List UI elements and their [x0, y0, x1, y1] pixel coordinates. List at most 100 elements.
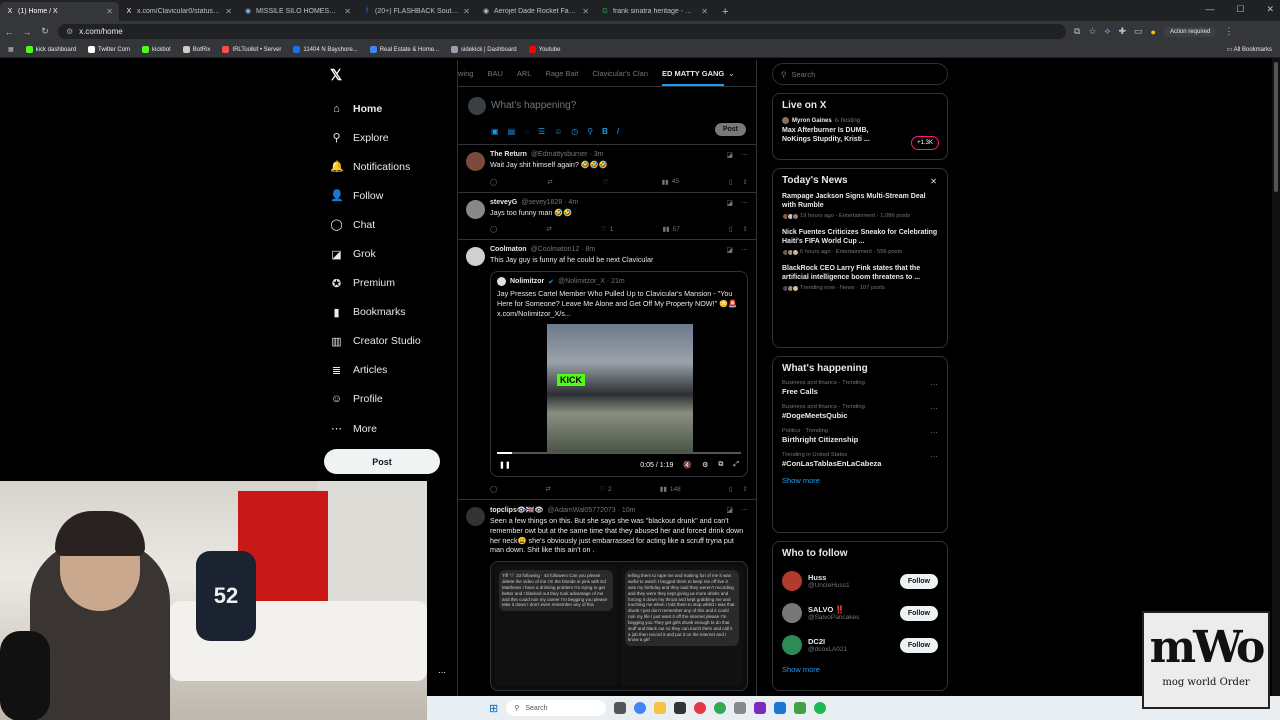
- all-bookmarks-button[interactable]: ▭ All Bookmarks: [1227, 46, 1272, 53]
- app-icon-3[interactable]: [734, 702, 747, 714]
- tab-close-icon[interactable]: ✕: [344, 7, 351, 16]
- retweet-icon[interactable]: ⇄: [547, 178, 552, 186]
- wtf-show-more[interactable]: Show more: [782, 665, 938, 674]
- quoted-tweet[interactable]: Nolimitzor ✔ @Nolimitzor_X · 21m Jay Presse…: [490, 271, 748, 478]
- tab-close-icon[interactable]: ✕: [106, 7, 113, 16]
- x-logo-icon[interactable]: 𝕏: [330, 66, 453, 84]
- retweet-icon[interactable]: ⇄: [545, 485, 550, 493]
- nav-item-chat[interactable]: ◯ Chat: [323, 210, 453, 239]
- retweet-icon[interactable]: ⇄: [546, 225, 551, 233]
- composer-post-button[interactable]: Post: [714, 123, 746, 136]
- tweet-avatar[interactable]: [466, 152, 485, 171]
- extension-icon[interactable]: ⟡: [1105, 26, 1111, 37]
- reply-icon[interactable]: ◯: [490, 485, 497, 493]
- poll-icon[interactable]: ☰: [538, 127, 545, 136]
- bookmark-item[interactable]: IRLToolkit • Server: [222, 46, 281, 53]
- schedule-icon[interactable]: ◷: [571, 127, 578, 136]
- follow-suggestion[interactable]: Huss @UncleHuss1 Follow: [782, 565, 938, 597]
- bold-icon[interactable]: B: [602, 127, 608, 136]
- browser-tab[interactable]: ◉ MISSILE SILO HOMESTEAD - G ✕: [238, 2, 357, 21]
- feed-tab[interactable]: Clavicular's Clan: [592, 69, 648, 78]
- user-avatar[interactable]: [782, 603, 802, 623]
- app-icon-4[interactable]: [754, 702, 767, 714]
- app-icon-2[interactable]: [694, 702, 707, 714]
- pause-icon[interactable]: ❚❚: [499, 461, 511, 469]
- nav-item-explore[interactable]: ⚲ Explore: [323, 123, 453, 152]
- grok-icon[interactable]: ◪: [726, 246, 733, 254]
- tweet[interactable]: topclips👁🇬🇧👁 @AdamWal05772073 · 10m ◪ ⋯ Seen…: [458, 500, 756, 699]
- reply-icon[interactable]: ◯: [490, 178, 497, 186]
- install-icon[interactable]: ⧉: [1074, 26, 1080, 37]
- more-icon[interactable]: ⋯: [741, 199, 748, 207]
- happening-show-more[interactable]: Show more: [782, 476, 938, 485]
- news-item[interactable]: Nick Fuentes Criticizes Sneako for Celeb…: [782, 228, 938, 256]
- app-icon-6[interactable]: [794, 702, 807, 714]
- chrome-icon[interactable]: [634, 702, 647, 714]
- follow-button[interactable]: Follow: [899, 637, 938, 653]
- bookmark-item[interactable]: 11404 N Bayshore...: [293, 46, 358, 53]
- like-button[interactable]: ♡: [603, 178, 612, 186]
- nav-item-follow[interactable]: 👤 Follow: [323, 181, 453, 210]
- trend-item[interactable]: Politics · Trending Birthright Citizenshi…: [782, 428, 938, 444]
- follow-suggestion[interactable]: SALVO ‼️ @SalvoPancakes Follow: [782, 597, 938, 629]
- search-input[interactable]: ⚲ Search: [772, 63, 948, 85]
- task-view-icon[interactable]: [614, 702, 627, 714]
- new-tab-button[interactable]: +: [714, 6, 736, 21]
- back-icon[interactable]: ←: [0, 27, 18, 37]
- nav-item-home[interactable]: ⌂ Home: [323, 94, 453, 123]
- chevron-down-icon[interactable]: ⌄: [728, 69, 734, 78]
- trend-item[interactable]: Trending in United States #ConLasTablasEn…: [782, 452, 938, 468]
- live-count-badge[interactable]: +1.3K: [911, 136, 939, 150]
- feed-tab[interactable]: wing: [458, 69, 473, 78]
- feed-tab[interactable]: ARL: [517, 69, 532, 78]
- tweet-avatar[interactable]: [466, 247, 485, 267]
- more-icon[interactable]: ⋯: [741, 246, 748, 254]
- more-icon[interactable]: ⋯: [741, 151, 748, 159]
- like-button[interactable]: ♡ 2: [599, 485, 611, 494]
- views-button[interactable]: ▮▮ 148: [660, 485, 681, 494]
- fullscreen-icon[interactable]: ⤢: [733, 461, 739, 469]
- nav-item-premium[interactable]: ✪ Premium: [323, 269, 453, 298]
- views-button[interactable]: ▮▮ 45: [662, 178, 679, 186]
- browser-tab[interactable]: X (1) Home / X ✕: [0, 2, 119, 21]
- tweet-author[interactable]: The Return: [490, 151, 527, 158]
- app-icon-1[interactable]: [674, 702, 687, 714]
- tab-close-icon[interactable]: ✕: [225, 7, 232, 16]
- emoji-icon[interactable]: ☺: [554, 127, 562, 136]
- close-icon[interactable]: ✕: [930, 177, 937, 186]
- spotify-icon[interactable]: [814, 702, 827, 714]
- menu-icon[interactable]: ⋮: [1224, 26, 1233, 37]
- views-button[interactable]: ▮▮ 57: [662, 225, 679, 234]
- browser-tab[interactable]: Gfrank sinatra heritage - Google✕: [595, 2, 714, 21]
- reload-icon[interactable]: ↻: [36, 26, 54, 37]
- more-icon[interactable]: ⋯: [741, 506, 748, 514]
- user-avatar[interactable]: [782, 635, 802, 655]
- bookmark-item[interactable]: Youtube: [528, 46, 560, 53]
- start-icon[interactable]: ⊞: [489, 702, 498, 715]
- follow-suggestion[interactable]: DC2I @dcoxLA021 Follow: [782, 629, 938, 661]
- bookmark-item[interactable]: Twitter Com: [88, 46, 130, 53]
- profile-avatar-icon[interactable]: ●: [1151, 27, 1156, 37]
- news-item[interactable]: BlackRock CEO Larry Fink states that the…: [782, 264, 938, 292]
- tab-close-icon[interactable]: ✕: [701, 7, 708, 16]
- trend-more-icon[interactable]: ⋯: [930, 404, 938, 413]
- user-avatar[interactable]: [782, 571, 802, 591]
- trend-more-icon[interactable]: ⋯: [930, 380, 938, 389]
- site-info-icon[interactable]: ⚙: [66, 27, 73, 36]
- forward-icon[interactable]: →: [18, 27, 36, 37]
- media-icon[interactable]: ▣: [491, 127, 499, 136]
- share-icon[interactable]: ⇪: [743, 225, 748, 233]
- gif-icon[interactable]: ▤: [508, 127, 516, 136]
- url-input[interactable]: ⚙ x.com/home: [58, 24, 1066, 39]
- nav-item-bookmarks[interactable]: ▮ Bookmarks: [323, 298, 453, 327]
- bookmark-item[interactable]: Real Estate & Home...: [369, 46, 439, 53]
- nav-item-grok[interactable]: ◪ Grok: [323, 239, 453, 268]
- share-icon[interactable]: ⇪: [743, 178, 748, 186]
- settings-icon[interactable]: ⚙: [702, 461, 708, 469]
- share-icon[interactable]: ⇪: [743, 485, 748, 493]
- feed-tab[interactable]: Rage Bait: [545, 69, 578, 78]
- nav-item-more[interactable]: ⋯ More: [323, 414, 453, 443]
- bookmark-item[interactable]: BotRix: [182, 46, 210, 53]
- browser-tab[interactable]: f (20+) FLASHBACK South Florid ✕: [357, 2, 476, 21]
- bookmark-item[interactable]: kick dashboard: [25, 46, 76, 53]
